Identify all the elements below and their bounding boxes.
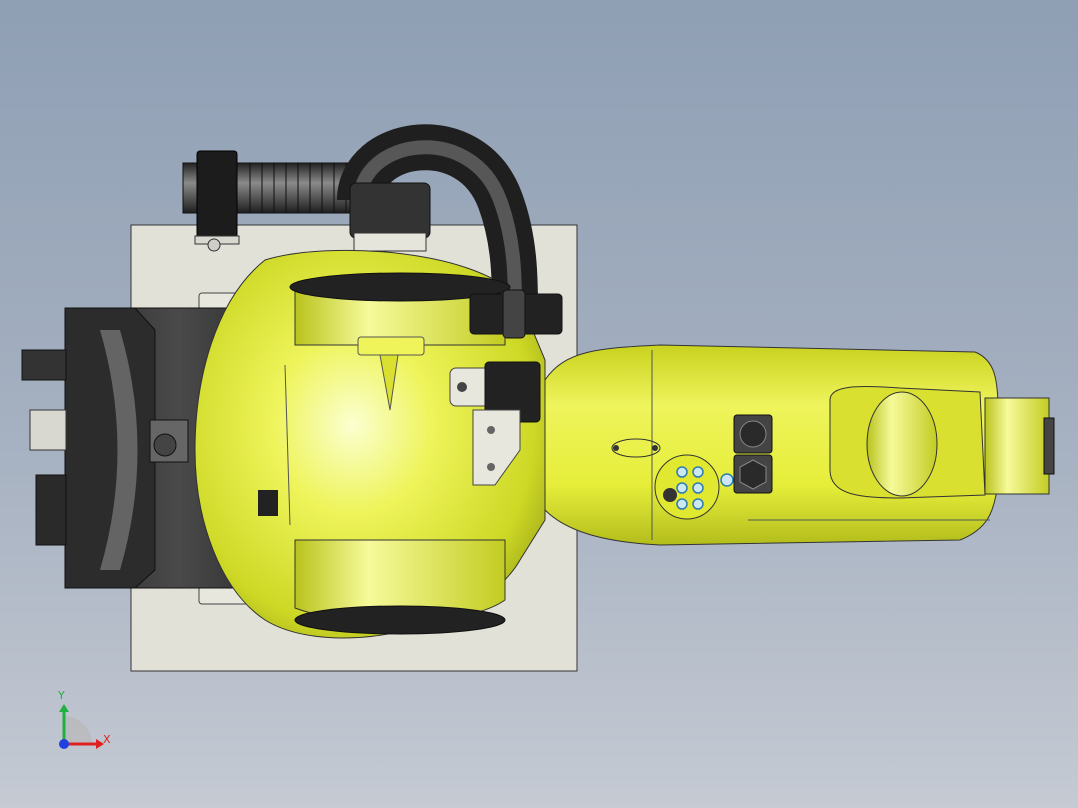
axis-triad bbox=[59, 704, 104, 749]
axis-x-label: X bbox=[103, 733, 111, 746]
axis-y-label: Y bbox=[58, 689, 65, 702]
cad-viewport[interactable]: X Y bbox=[0, 0, 1078, 808]
triad-arc bbox=[64, 716, 92, 744]
robot-arm[interactable] bbox=[544, 344, 1055, 546]
z-axis-dot bbox=[59, 739, 69, 749]
robot-model[interactable] bbox=[0, 0, 1078, 808]
cable-clamp-top[interactable] bbox=[469, 289, 563, 339]
